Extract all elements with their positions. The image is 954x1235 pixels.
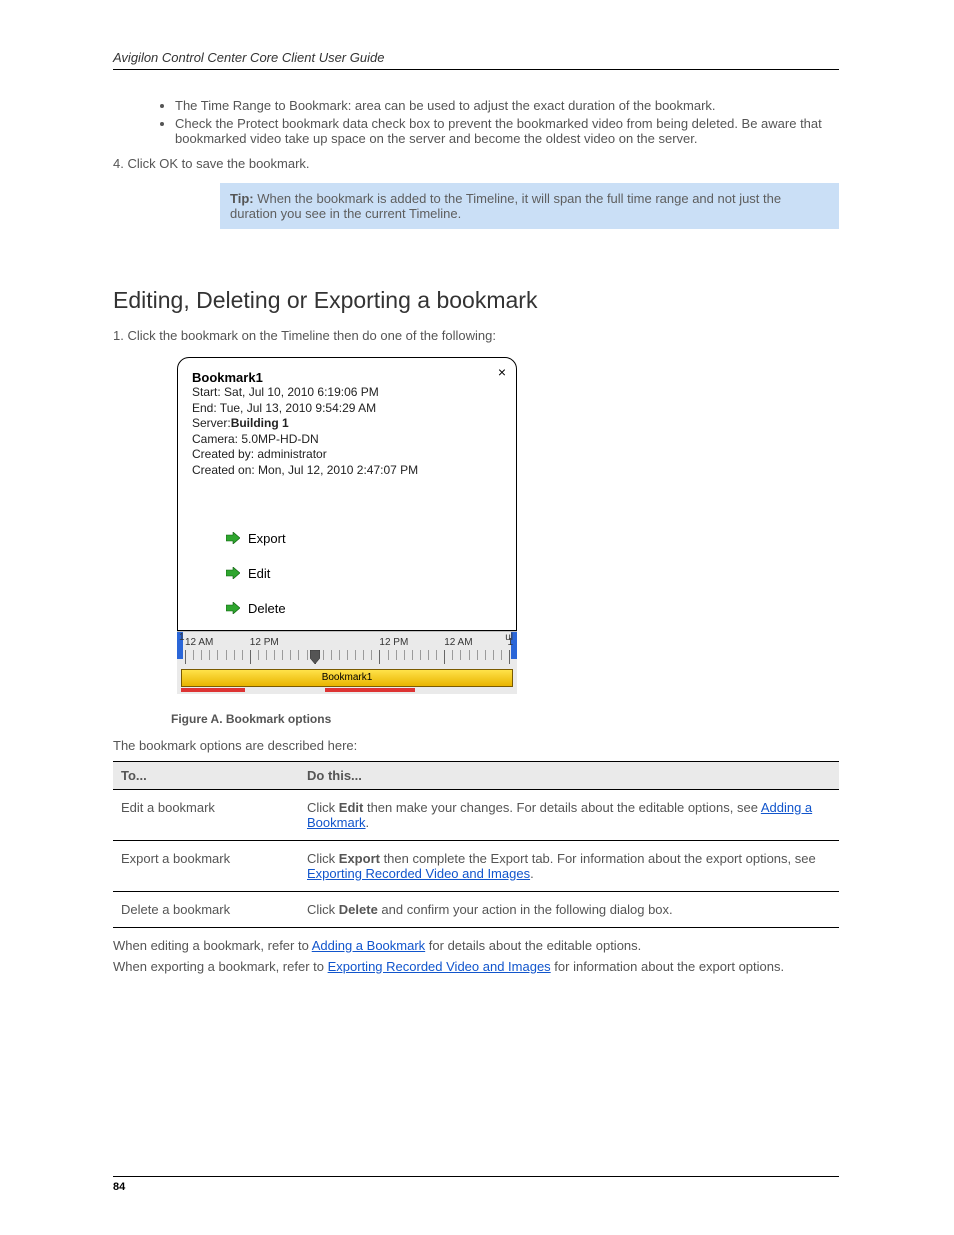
timeline-label: 12 PM bbox=[250, 637, 315, 648]
bookmark-start: Start: Sat, Jul 10, 2010 6:19:06 PM bbox=[192, 385, 502, 401]
table-cell-do: Click Edit then make your changes. For d… bbox=[299, 789, 839, 840]
table-row: Delete a bookmarkClick Delete and confir… bbox=[113, 891, 839, 927]
figure-caption: Figure A. Bookmark options bbox=[171, 712, 839, 726]
after-figure-text: The bookmark options are described here: bbox=[113, 738, 839, 753]
page-header: Avigilon Control Center Core Client User… bbox=[113, 50, 839, 70]
arrow-right-icon bbox=[226, 602, 240, 614]
footnote-link[interactable]: Adding a Bookmark bbox=[312, 938, 425, 953]
export-action[interactable]: Export bbox=[226, 531, 502, 546]
bookmark-server: Server:Building 1 bbox=[192, 416, 502, 432]
tip-box: Tip: When the bookmark is added to the T… bbox=[220, 183, 839, 229]
bookmark-server-label: Server: bbox=[192, 416, 231, 430]
export-label: Export bbox=[248, 531, 286, 546]
bookmark-end: End: Tue, Jul 13, 2010 9:54:29 AM bbox=[192, 401, 502, 417]
page-number: 84 bbox=[113, 1181, 125, 1193]
bookmark-created-on: Created on: Mon, Jul 12, 2010 2:47:07 PM bbox=[192, 463, 502, 479]
footnote-post: for information about the export options… bbox=[551, 959, 784, 974]
table-cell-to: Export a bookmark bbox=[113, 840, 299, 891]
footnote: When exporting a bookmark, refer to Expo… bbox=[113, 959, 839, 974]
bookmark-popup: × Bookmark1 Start: Sat, Jul 10, 2010 6:1… bbox=[177, 357, 517, 631]
close-icon[interactable]: × bbox=[498, 364, 506, 380]
tip-text: When the bookmark is added to the Timeli… bbox=[230, 191, 781, 221]
bookmark-created-by: Created by: administrator bbox=[192, 447, 502, 463]
bookmark-bar[interactable]: Bookmark1 bbox=[181, 669, 513, 687]
timeline-label bbox=[315, 637, 380, 648]
timeline-ticks bbox=[185, 650, 509, 664]
bookmark-actions: Export Edit Delete bbox=[226, 531, 502, 616]
timeline-playhead-icon[interactable] bbox=[310, 650, 320, 664]
save-step: 4. Click OK to save the bookmark. bbox=[113, 156, 839, 171]
options-table: To... Do this... Edit a bookmarkClick Ed… bbox=[113, 761, 839, 928]
intro-list: The Time Range to Bookmark: area can be … bbox=[135, 98, 839, 146]
timeline-label: 12 AM bbox=[444, 637, 509, 648]
edit-action[interactable]: Edit bbox=[226, 566, 502, 581]
footnote-pre: When editing a bookmark, refer to bbox=[113, 938, 312, 953]
footnotes: When editing a bookmark, refer to Adding… bbox=[113, 938, 839, 974]
table-head-do: Do this... bbox=[299, 761, 839, 789]
tip-label: Tip: bbox=[230, 191, 254, 206]
timeline-recorded-segment bbox=[325, 688, 415, 692]
section-title: Editing, Deleting or Exporting a bookmar… bbox=[113, 287, 839, 314]
options-table-body: Edit a bookmarkClick Edit then make your… bbox=[113, 789, 839, 927]
table-head-to: To... bbox=[113, 761, 299, 789]
footnote-link[interactable]: Exporting Recorded Video and Images bbox=[328, 959, 551, 974]
table-cell-do: Click Delete and confirm your action in … bbox=[299, 891, 839, 927]
table-cell-to: Edit a bookmark bbox=[113, 789, 299, 840]
timeline-edge-left: 1 bbox=[179, 632, 185, 659]
intro-list-item: The Time Range to Bookmark: area can be … bbox=[175, 98, 839, 113]
footnote-post: for details about the editable options. bbox=[425, 938, 641, 953]
timeline[interactable]: 1 ul 1 12 AM 12 PM 12 PM 12 AM Bookmark1 bbox=[177, 631, 517, 694]
bookmark-name: Bookmark1 bbox=[192, 370, 502, 385]
page-footer: 84 bbox=[113, 1176, 839, 1193]
delete-label: Delete bbox=[248, 601, 286, 616]
step-1: 1. Click the bookmark on the Timeline th… bbox=[113, 328, 839, 343]
delete-action[interactable]: Delete bbox=[226, 601, 502, 616]
footnote: When editing a bookmark, refer to Adding… bbox=[113, 938, 839, 953]
timeline-label: 12 PM bbox=[379, 637, 444, 648]
table-cell-do: Click Export then complete the Export ta… bbox=[299, 840, 839, 891]
timeline-label: 12 AM bbox=[185, 637, 250, 648]
footnote-pre: When exporting a bookmark, refer to bbox=[113, 959, 328, 974]
arrow-right-icon bbox=[226, 567, 240, 579]
timeline-recorded-segment bbox=[181, 688, 245, 692]
table-row: Edit a bookmarkClick Edit then make your… bbox=[113, 789, 839, 840]
table-link[interactable]: Exporting Recorded Video and Images bbox=[307, 866, 530, 881]
timeline-labels: 12 AM 12 PM 12 PM 12 AM bbox=[185, 637, 509, 648]
bookmark-server-value: Building 1 bbox=[231, 416, 289, 430]
table-cell-to: Delete a bookmark bbox=[113, 891, 299, 927]
bookmark-camera: Camera: 5.0MP-HD-DN bbox=[192, 432, 502, 448]
intro-list-item: Check the Protect bookmark data check bo… bbox=[175, 116, 839, 146]
table-row: Export a bookmarkClick Export then compl… bbox=[113, 840, 839, 891]
arrow-right-icon bbox=[226, 532, 240, 544]
edit-label: Edit bbox=[248, 566, 270, 581]
timeline-scale: 12 AM 12 PM 12 PM 12 AM bbox=[185, 637, 509, 667]
bookmark-popup-screenshot: × Bookmark1 Start: Sat, Jul 10, 2010 6:1… bbox=[177, 357, 517, 694]
